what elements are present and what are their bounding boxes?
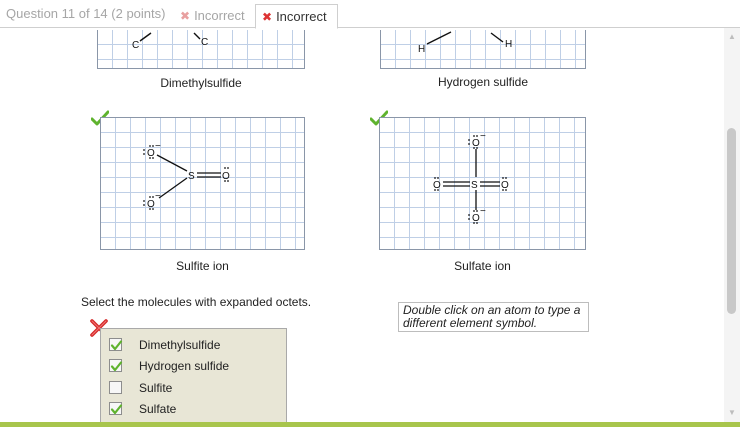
x-icon: ✖ bbox=[180, 9, 191, 23]
molecule-label: Sulfate ion bbox=[454, 259, 511, 273]
atom-h[interactable]: H bbox=[505, 39, 512, 50]
footer-accent-bar bbox=[0, 422, 740, 427]
molecule-label: Sulfite ion bbox=[176, 259, 229, 273]
option-label: Dimethylsulfide bbox=[139, 338, 221, 352]
question-prompt: Select the molecules with expanded octet… bbox=[81, 295, 312, 309]
atom-c[interactable]: C bbox=[132, 40, 139, 51]
atom-o[interactable]: O bbox=[222, 171, 230, 182]
checkbox[interactable] bbox=[109, 359, 123, 372]
answer-options-panel: Dimethylsulfide Hydrogen sulfide Sulfite… bbox=[100, 328, 287, 422]
atom-o[interactable]: O bbox=[433, 180, 441, 191]
atom-s[interactable]: S bbox=[188, 171, 195, 182]
checkmark-icon bbox=[110, 404, 123, 415]
dimethylsulfide-drawing[interactable]: C C bbox=[97, 30, 305, 69]
molecule-label: Hydrogen sulfide bbox=[437, 75, 529, 89]
tab-label: Incorrect bbox=[194, 8, 245, 23]
checkmark-icon bbox=[110, 361, 123, 372]
checkmark-icon bbox=[110, 340, 123, 351]
charge-minus: − bbox=[155, 191, 161, 202]
atom-s[interactable]: S bbox=[471, 180, 478, 191]
tab-attempt-2[interactable]: ✖ Incorrect bbox=[255, 4, 338, 29]
atom-o[interactable]: O bbox=[472, 138, 480, 149]
hydrogen-sulfide-drawing[interactable]: H H bbox=[380, 30, 586, 69]
charge-minus: − bbox=[480, 206, 486, 217]
atom-o[interactable]: O bbox=[501, 180, 509, 191]
hint-box: Double click on an atom to type a differ… bbox=[398, 302, 589, 332]
sulfate-drawing[interactable]: O − O S O O − bbox=[379, 117, 586, 250]
atom-h[interactable]: H bbox=[418, 44, 425, 55]
checkbox[interactable] bbox=[109, 338, 123, 351]
atom-o[interactable]: O bbox=[472, 213, 480, 224]
atom-c[interactable]: C bbox=[201, 37, 208, 48]
question-number-label: Question 11 of 14 (2 points) bbox=[6, 6, 166, 21]
checkbox[interactable] bbox=[109, 402, 123, 415]
x-icon: ✖ bbox=[262, 10, 273, 24]
option-label: Sulfite bbox=[139, 381, 173, 395]
atom-o[interactable]: O bbox=[147, 199, 155, 210]
scroll-thumb[interactable] bbox=[727, 128, 736, 314]
sulfite-drawing[interactable]: O − S O O − bbox=[100, 117, 305, 250]
vertical-scrollbar[interactable]: ▲ ▼ bbox=[724, 28, 740, 422]
tab-label: Incorrect bbox=[276, 9, 327, 24]
charge-minus: − bbox=[480, 131, 486, 142]
scroll-up-icon[interactable]: ▲ bbox=[724, 30, 740, 44]
molecule-label: Dimethylsulfide bbox=[160, 76, 242, 90]
tab-attempt-1[interactable]: ✖ Incorrect bbox=[174, 4, 254, 28]
atom-o[interactable]: O bbox=[147, 148, 155, 159]
charge-minus: − bbox=[155, 141, 161, 152]
checkbox[interactable] bbox=[109, 381, 122, 394]
option-label: Hydrogen sulfide bbox=[139, 359, 230, 373]
question-header: Question 11 of 14 (2 points) ✖ Incorrect … bbox=[0, 0, 740, 29]
scroll-down-icon[interactable]: ▼ bbox=[724, 406, 740, 420]
option-label: Sulfate bbox=[139, 402, 177, 416]
